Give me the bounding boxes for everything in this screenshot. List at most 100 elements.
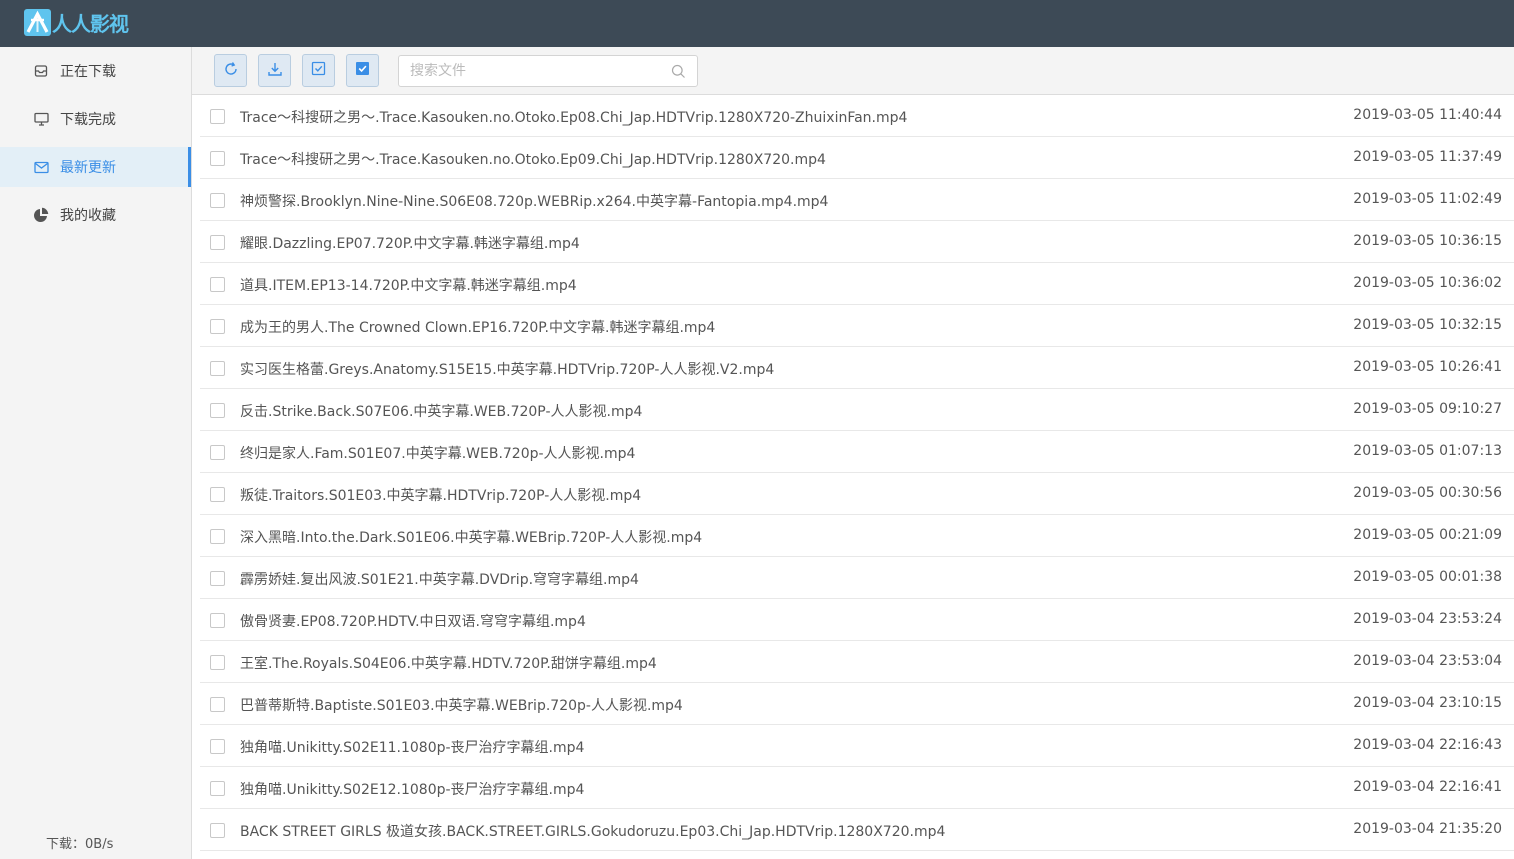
list-item[interactable]: 独角喵.Unikitty.S02E11.1080p-丧尸治疗字幕组.mp4 201… (200, 725, 1514, 767)
mail-icon (33, 159, 49, 175)
list-item[interactable]: 叛徒.Traitors.S01E03.中英字幕.HDTVrip.720P-人人影… (200, 473, 1514, 515)
file-date: 2019-03-05 10:32:15 (1353, 317, 1502, 333)
row-checkbox[interactable] (210, 823, 225, 838)
refresh-button[interactable] (214, 54, 247, 87)
list-item[interactable]: 王室.The.Royals.S04E06.中英字幕.HDTV.720P.甜饼字幕… (200, 641, 1514, 683)
file-name: 独角喵.Unikitty.S02E12.1080p-丧尸治疗字幕组.mp4 (240, 782, 585, 798)
list-item[interactable]: 成为王的男人.The Crowned Clown.EP16.720P.中文字幕.… (200, 305, 1514, 347)
file-date: 2019-03-05 09:10:27 (1353, 401, 1502, 417)
file-name: 傲骨贤妻.EP08.720P.HDTV.中日双语.穹穹字幕组.mp4 (240, 614, 586, 630)
list-item[interactable]: 耀眼.Dazzling.EP07.720P.中文字幕.韩迷字幕组.mp4 2019… (200, 221, 1514, 263)
file-name: 深入黑暗.Into.the.Dark.S01E06.中英字幕.WEBrip.72… (240, 530, 703, 546)
refresh-icon (223, 61, 239, 81)
inbox-icon (33, 63, 49, 79)
list-item[interactable]: 终归是家人.Fam.S01E07.中英字幕.WEB.720p-人人影视.mp4 2… (200, 431, 1514, 473)
file-name: 霹雳娇娃.复出风波.S01E21.中英字幕.DVDrip.穹穹字幕组.mp4 (240, 572, 639, 588)
list-item[interactable]: 巴普蒂斯特.Baptiste.S01E03.中英字幕.WEBrip.720p-人… (200, 683, 1514, 725)
file-date: 2019-03-05 10:36:15 (1353, 233, 1502, 249)
row-checkbox[interactable] (210, 487, 225, 502)
file-name: Trace～科搜研之男～.Trace.Kasouken.no.Otoko.Ep0… (240, 152, 826, 168)
sidebar-item-downloading[interactable]: 正在下载 (0, 51, 191, 91)
file-date: 2019-03-05 10:26:41 (1353, 359, 1502, 375)
title-bar: 人人影视 (0, 0, 1514, 47)
search-input[interactable] (399, 56, 669, 86)
file-name: BACK STREET GIRLS 极道女孩.BACK.STREET.GIRLS… (240, 824, 946, 840)
row-checkbox[interactable] (210, 655, 225, 670)
file-name: 巴普蒂斯特.Baptiste.S01E03.中英字幕.WEBrip.720p-人… (240, 698, 683, 714)
list-item[interactable]: Trace～科搜研之男～.Trace.Kasouken.no.Otoko.Ep0… (200, 137, 1514, 179)
toolbar (192, 47, 1514, 95)
file-name: Trace～科搜研之男～.Trace.Kasouken.no.Otoko.Ep0… (240, 110, 908, 126)
row-checkbox[interactable] (210, 151, 225, 166)
list-item[interactable]: 傲骨贤妻.EP08.720P.HDTV.中日双语.穹穹字幕组.mp4 2019-0… (200, 599, 1514, 641)
sidebar-item-label: 下载完成 (60, 112, 116, 128)
select-all-button[interactable] (346, 54, 379, 87)
pie-chart-icon (33, 207, 49, 223)
row-checkbox[interactable] (210, 739, 225, 754)
file-date: 2019-03-04 21:35:20 (1353, 821, 1502, 837)
file-name: 叛徒.Traitors.S01E03.中英字幕.HDTVrip.720P-人人影… (240, 488, 642, 504)
sidebar-item-favorites[interactable]: 我的收藏 (0, 195, 191, 235)
file-date: 2019-03-05 00:21:09 (1353, 527, 1502, 543)
list-item[interactable]: 实习医生格蕾.Greys.Anatomy.S15E15.中英字幕.HDTVrip… (200, 347, 1514, 389)
search-icon[interactable] (671, 64, 686, 83)
file-date: 2019-03-05 11:02:49 (1353, 191, 1502, 207)
file-date: 2019-03-04 22:16:43 (1353, 737, 1502, 753)
list-item[interactable]: 神烦警探.Brooklyn.Nine-Nine.S06E08.720p.WEBR… (200, 179, 1514, 221)
sidebar-item-latest[interactable]: 最新更新 (0, 147, 191, 187)
row-checkbox[interactable] (210, 361, 225, 376)
file-name: 神烦警探.Brooklyn.Nine-Nine.S06E08.720p.WEBR… (240, 194, 829, 210)
row-checkbox[interactable] (210, 571, 225, 586)
file-date: 2019-03-05 01:07:13 (1353, 443, 1502, 459)
app-title: 人人影视 (52, 11, 129, 36)
file-name: 终归是家人.Fam.S01E07.中英字幕.WEB.720p-人人影视.mp4 (240, 446, 636, 462)
list-item[interactable]: 深入黑暗.Into.the.Dark.S01E06.中英字幕.WEBrip.72… (200, 515, 1514, 557)
search-box (398, 55, 698, 87)
sidebar-item-label: 我的收藏 (60, 208, 116, 224)
row-checkbox[interactable] (210, 319, 225, 334)
file-name: 实习医生格蕾.Greys.Anatomy.S15E15.中英字幕.HDTVrip… (240, 362, 775, 378)
list-item[interactable]: 反击.Strike.Back.S07E06.中英字幕.WEB.720P-人人影视… (200, 389, 1514, 431)
row-checkbox[interactable] (210, 613, 225, 628)
download-button[interactable] (258, 54, 291, 87)
row-checkbox[interactable] (210, 697, 225, 712)
monitor-icon (33, 111, 49, 127)
row-checkbox[interactable] (210, 277, 225, 292)
list-item[interactable]: Trace～科搜研之男～.Trace.Kasouken.no.Otoko.Ep0… (200, 95, 1514, 137)
download-speed: 下载：0B/s (46, 837, 114, 852)
file-date: 2019-03-04 23:10:15 (1353, 695, 1502, 711)
app-logo: 人人影视 (24, 8, 129, 36)
logo-icon (24, 8, 51, 36)
file-date: 2019-03-04 23:53:24 (1353, 611, 1502, 627)
file-date: 2019-03-05 00:30:56 (1353, 485, 1502, 501)
file-name: 成为王的男人.The Crowned Clown.EP16.720P.中文字幕.… (240, 320, 716, 336)
select-all-icon (355, 61, 370, 80)
sidebar-item-label: 最新更新 (60, 160, 116, 176)
sidebar-item-label: 正在下载 (60, 64, 116, 80)
row-checkbox[interactable] (210, 109, 225, 124)
file-date: 2019-03-05 10:36:02 (1353, 275, 1502, 291)
row-checkbox[interactable] (210, 445, 225, 460)
file-date: 2019-03-05 11:37:49 (1353, 149, 1502, 165)
file-name: 王室.The.Royals.S04E06.中英字幕.HDTV.720P.甜饼字幕… (240, 656, 657, 672)
file-name: 耀眼.Dazzling.EP07.720P.中文字幕.韩迷字幕组.mp4 (240, 236, 580, 252)
row-checkbox[interactable] (210, 235, 225, 250)
select-button[interactable] (302, 54, 335, 87)
list-item[interactable]: BACK STREET GIRLS 极道女孩.BACK.STREET.GIRLS… (200, 809, 1514, 851)
row-checkbox[interactable] (210, 193, 225, 208)
download-icon (267, 61, 283, 81)
list-item[interactable]: 道具.ITEM.EP13-14.720P.中文字幕.韩迷字幕组.mp4 2019-… (200, 263, 1514, 305)
list-item[interactable]: 霹雳娇娃.复出风波.S01E21.中英字幕.DVDrip.穹穹字幕组.mp4 20… (200, 557, 1514, 599)
file-date: 2019-03-05 00:01:38 (1353, 569, 1502, 585)
sidebar-item-completed[interactable]: 下载完成 (0, 99, 191, 139)
main-panel: Trace～科搜研之男～.Trace.Kasouken.no.Otoko.Ep0… (192, 47, 1514, 859)
file-name: 道具.ITEM.EP13-14.720P.中文字幕.韩迷字幕组.mp4 (240, 278, 577, 294)
row-checkbox[interactable] (210, 403, 225, 418)
file-name: 独角喵.Unikitty.S02E11.1080p-丧尸治疗字幕组.mp4 (240, 740, 585, 756)
file-date: 2019-03-04 22:16:41 (1353, 779, 1502, 795)
row-checkbox[interactable] (210, 529, 225, 544)
sidebar: 正在下载 下载完成 最新更新 我的收藏 下载：0B/s (0, 47, 192, 859)
file-name: 反击.Strike.Back.S07E06.中英字幕.WEB.720P-人人影视… (240, 404, 643, 420)
row-checkbox[interactable] (210, 781, 225, 796)
list-item[interactable]: 独角喵.Unikitty.S02E12.1080p-丧尸治疗字幕组.mp4 201… (200, 767, 1514, 809)
